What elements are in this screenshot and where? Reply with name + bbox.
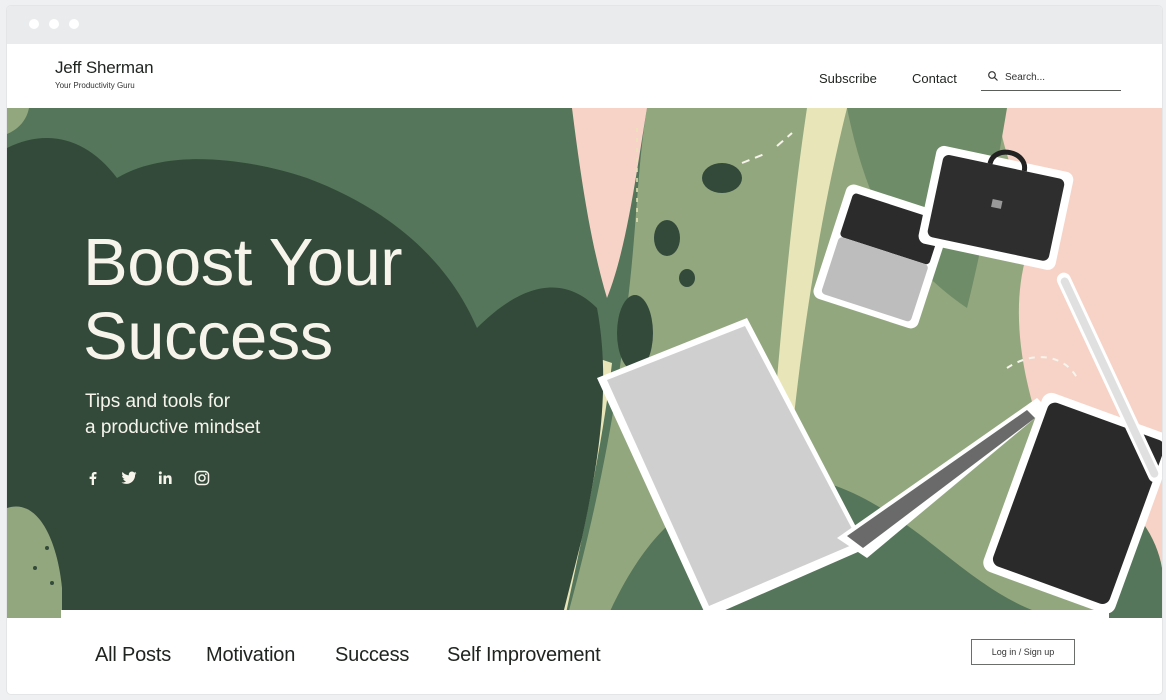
window-dot-icon — [49, 19, 59, 29]
hero-banner: Boost Your Success Tips and tools for a … — [7, 108, 1162, 618]
twitter-icon[interactable] — [119, 468, 139, 488]
category-bar: All Posts Motivation Success Self Improv… — [61, 610, 1109, 694]
nav-subscribe-link[interactable]: Subscribe — [819, 71, 877, 86]
hero-title-line: Boost Your — [83, 225, 403, 300]
hero-subtitle-line: Tips and tools for — [85, 391, 231, 412]
nav-contact-link[interactable]: Contact — [912, 71, 957, 86]
browser-chrome — [7, 6, 1162, 44]
window-dot-icon — [29, 19, 39, 29]
brand-name[interactable]: Jeff Sherman — [55, 58, 154, 78]
search-box[interactable] — [981, 65, 1121, 91]
category-self-improvement[interactable]: Self Improvement — [447, 644, 601, 667]
category-motivation[interactable]: Motivation — [206, 644, 295, 667]
search-input[interactable] — [1005, 68, 1115, 86]
category-success[interactable]: Success — [335, 644, 409, 667]
facebook-icon[interactable] — [83, 468, 103, 488]
instagram-icon[interactable] — [192, 468, 212, 488]
hero-title: Boost Your Success — [83, 225, 403, 374]
search-icon[interactable] — [987, 70, 999, 82]
brand-tagline: Your Productivity Guru — [55, 81, 135, 90]
hero-subtitle-line: a productive mindset — [85, 417, 261, 438]
browser-window: Jeff Sherman Your Productivity Guru Subs… — [7, 6, 1162, 694]
hero-subtitle: Tips and tools for a productive mindset — [85, 389, 260, 441]
hero-title-line: Success — [83, 299, 333, 374]
site-header: Jeff Sherman Your Productivity Guru Subs… — [7, 44, 1162, 108]
window-dot-icon — [69, 19, 79, 29]
category-all-posts[interactable]: All Posts — [95, 644, 171, 667]
login-signup-button[interactable]: Log in / Sign up — [971, 639, 1075, 665]
linkedin-icon[interactable] — [156, 468, 176, 488]
